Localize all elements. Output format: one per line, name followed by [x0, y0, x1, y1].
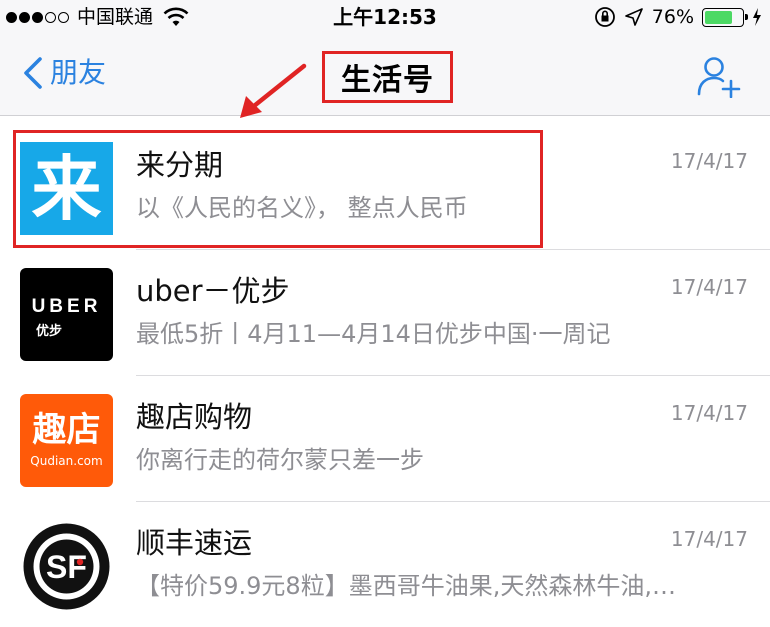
qudian-logo: 趣店 Qudian.com [20, 394, 113, 487]
item-date: 17/4/17 [670, 149, 748, 173]
item-date: 17/4/17 [670, 527, 748, 551]
life-account-list: 来 来分期 以《人民的名义》， 整点人民币 17/4/17 UBER 优步 ub… [0, 124, 770, 627]
list-item[interactable]: 趣店 Qudian.com 趣店购物 你离行走的荷尔蒙只差一步 17/4/17 [0, 376, 770, 502]
charging-bolt-icon [753, 8, 761, 26]
list-item[interactable]: 来 来分期 以《人民的名义》， 整点人民币 17/4/17 [0, 124, 770, 250]
add-contact-button[interactable] [696, 54, 742, 98]
status-bar: 中国联通 上午12:53 76% [0, 0, 770, 34]
status-right: 76% [594, 6, 762, 28]
list-item[interactable]: SF 顺丰速运 【特价59.9元8粒】墨西哥牛油果,天然森林牛油,… 17/4/… [0, 502, 770, 627]
chevron-left-icon [24, 57, 42, 89]
back-label: 朋友 [50, 56, 107, 89]
navigation-bar: 朋友 生活号 [0, 34, 770, 116]
uber-logo: UBER 优步 [20, 268, 113, 361]
sf-letters: SF [46, 549, 87, 585]
orientation-lock-icon [594, 7, 615, 27]
add-person-icon [697, 57, 741, 98]
battery-level [705, 10, 733, 24]
battery-icon [702, 7, 748, 27]
annotation-arrow [240, 63, 307, 118]
item-highlight-box [13, 130, 543, 248]
list-item[interactable]: UBER 优步 uber－优步 最低5折丨4月11—4月14日优步中国·一周记 … [0, 250, 770, 376]
item-subtitle: 最低5折丨4月11—4月14日优步中国·一周记 [136, 320, 611, 348]
item-title: 顺丰速运 [136, 526, 253, 560]
item-date: 17/4/17 [670, 275, 748, 299]
page-title: 生活号 [341, 63, 434, 98]
sf-express-logo: SF [20, 520, 113, 613]
battery-percent: 76% [651, 6, 694, 28]
item-subtitle: 你离行走的荷尔蒙只差一步 [136, 446, 424, 474]
item-title: 趣店购物 [136, 400, 253, 434]
back-button[interactable]: 朋友 [22, 56, 106, 90]
title-highlight-box: 生活号 [322, 51, 453, 103]
item-title: uber－优步 [136, 274, 290, 308]
item-subtitle: 【特价59.9元8粒】墨西哥牛油果,天然森林牛油,… [136, 572, 676, 600]
location-icon [624, 8, 643, 26]
item-date: 17/4/17 [670, 401, 748, 425]
